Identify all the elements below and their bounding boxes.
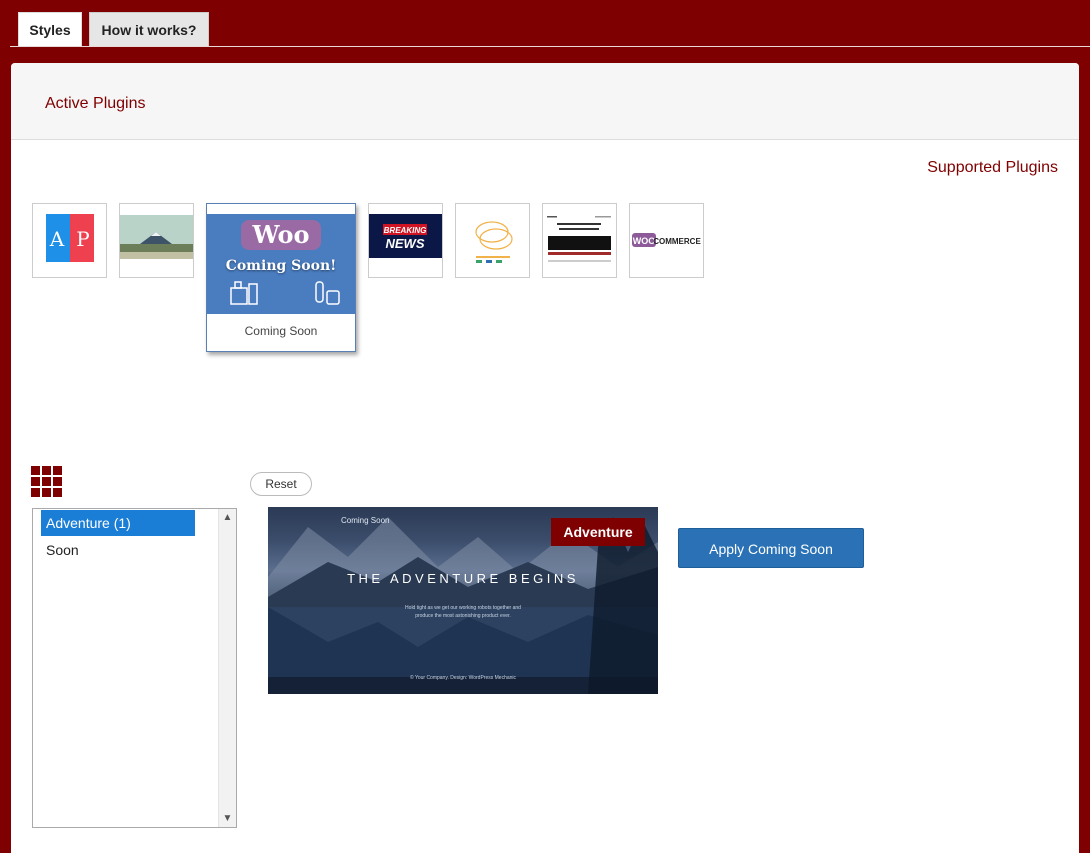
scroll-down-icon[interactable]: ▼ (219, 810, 236, 827)
mountain-landscape-icon (120, 215, 193, 259)
woo-logo: Woo (241, 220, 321, 250)
svg-text:P: P (76, 227, 89, 251)
tab-divider (10, 46, 1090, 47)
ap-logo-icon: A P (46, 214, 94, 262)
plugin-thumb-ap[interactable]: A P (32, 203, 107, 278)
plugin-card-woo-coming-soon[interactable]: Woo Coming Soon! Coming Soon (206, 203, 356, 352)
plugin-thumb-css-card[interactable] (455, 203, 530, 278)
scroll-up-icon[interactable]: ▲ (219, 509, 236, 526)
plugin-thumb-breaking-news[interactable]: BREAKING NEWS (368, 203, 443, 278)
cosmetics-icon (315, 281, 340, 305)
card-stack-icon (475, 221, 513, 263)
preview-subtitle: Hold tight as we get our working robots … (405, 605, 521, 619)
plugin-thumb-landscape[interactable] (119, 203, 194, 278)
plugin-thumb-woocommerce[interactable]: WOO COMMERCE (629, 203, 704, 278)
news-text: NEWS (386, 236, 425, 251)
list-option-adventure[interactable]: Adventure (1) (41, 510, 195, 536)
panel-header: Active Plugins (11, 63, 1079, 140)
tab-bar: Styles How it works? (0, 0, 1090, 47)
listbox-scrollbar[interactable]: ▲ ▼ (218, 509, 236, 827)
grid-view-icon[interactable] (31, 466, 62, 497)
reset-button[interactable]: Reset (250, 472, 312, 496)
list-option-soon[interactable]: Soon (41, 537, 195, 563)
supported-plugins-label: Supported Plugins (927, 159, 1058, 176)
museum-site-icon (547, 216, 611, 262)
plugin-thumb-museum[interactable] (542, 203, 617, 278)
style-preview-image: Coming Soon Adventure THE ADVENTURE BEGI… (268, 507, 658, 694)
shopping-items-icon (230, 281, 258, 305)
woocommerce-logo-icon: WOO COMMERCE (632, 233, 701, 247)
apply-coming-soon-button[interactable]: Apply Coming Soon (678, 528, 864, 568)
breaking-text: BREAKING (384, 226, 427, 235)
panel-title: Active Plugins (45, 95, 146, 112)
adventure-badge: Adventure (551, 518, 645, 546)
tab-styles[interactable]: Styles (18, 12, 82, 46)
woo-text: WOO (633, 236, 656, 246)
coming-soon-headline: Coming Soon! (225, 258, 337, 274)
tab-how-it-works[interactable]: How it works? (89, 12, 209, 46)
svg-text:A: A (49, 227, 65, 251)
styles-panel: Active Plugins Supported Plugins A P Woo… (11, 63, 1079, 853)
breaking-news-icon: BREAKING NEWS (369, 214, 442, 258)
commerce-text: COMMERCE (653, 237, 701, 246)
preview-title: THE ADVENTURE BEGINS (347, 571, 579, 586)
woo-coming-soon-image: Woo Coming Soon! (207, 214, 355, 314)
style-listbox[interactable]: Adventure (1) Soon ▲ ▼ (32, 508, 237, 828)
preview-corner-text: Coming Soon (341, 516, 390, 525)
card-label: Coming Soon (244, 324, 318, 338)
preview-footer: © Your Company. Design: WordPress Mechan… (409, 675, 517, 681)
